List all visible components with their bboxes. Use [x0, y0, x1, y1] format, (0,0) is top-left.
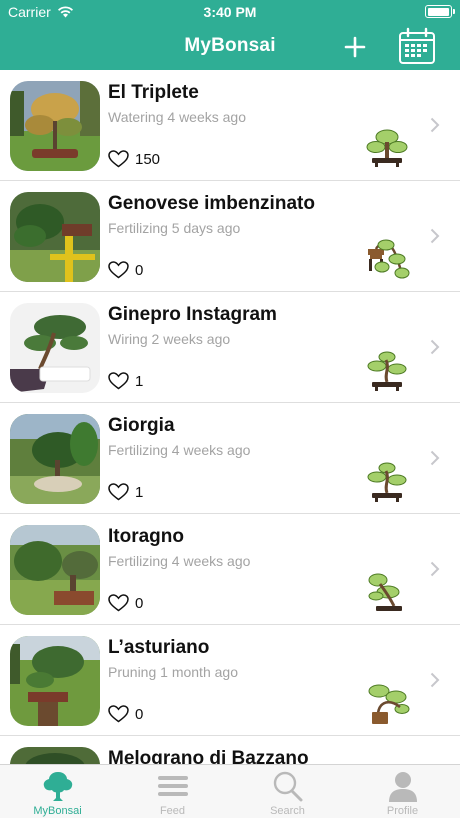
chevron-right-icon: [430, 672, 440, 688]
bonsai-photo: [10, 303, 100, 393]
bonsai-row[interactable]: Itoragno Fertilizing 4 weeks ago 0: [0, 514, 460, 625]
last-activity: Wiring 2 weeks ago: [108, 331, 231, 347]
bonsai-name: El Triplete: [108, 82, 199, 103]
heart-icon: [108, 483, 129, 501]
bonsai-photo: [10, 192, 100, 282]
like-button[interactable]: 0: [108, 261, 143, 279]
bonsai-name: L’asturiano: [108, 637, 210, 658]
bonsai-photo: [10, 636, 100, 726]
bonsai-row[interactable]: Melograno di Bazzano: [0, 736, 460, 764]
bonsai-row[interactable]: Ginepro Instagram Wiring 2 weeks ago 1: [0, 292, 460, 403]
bonsai-photo: [10, 81, 100, 171]
last-activity: Fertilizing 4 weeks ago: [108, 553, 251, 569]
like-button[interactable]: 150: [108, 150, 160, 168]
chevron-right-icon: [430, 228, 440, 244]
calendar-button[interactable]: [398, 27, 436, 65]
heart-icon: [108, 150, 129, 168]
plus-icon: [344, 36, 366, 58]
page-title: MyBonsai: [184, 35, 276, 56]
like-button[interactable]: 1: [108, 372, 143, 390]
chevron-right-icon: [430, 450, 440, 466]
bonsai-photo: [10, 747, 100, 764]
bonsai-row[interactable]: L’asturiano Pruning 1 month ago 0: [0, 625, 460, 736]
heart-icon: [108, 705, 129, 723]
heart-icon: [108, 594, 129, 612]
app-screen: Carrier 3:40 PM MyBonsai El Triplete Wat…: [0, 0, 460, 818]
search-icon: [273, 771, 302, 802]
like-count: 150: [135, 150, 161, 168]
bonsai-row[interactable]: Giorgia Fertilizing 4 weeks ago 1: [0, 403, 460, 514]
tab-feed[interactable]: Feed: [115, 765, 230, 818]
slanting-bonsai-icon: [368, 573, 402, 611]
cascade-bonsai-icon: [368, 239, 410, 279]
last-activity: Pruning 1 month ago: [108, 664, 238, 680]
bonsai-photo: [10, 414, 100, 504]
like-count: 1: [135, 372, 144, 390]
like-count: 0: [135, 705, 144, 723]
last-activity: Fertilizing 5 days ago: [108, 220, 241, 236]
bonsai-row[interactable]: El Triplete Watering 4 weeks ago 150: [0, 70, 460, 181]
like-button[interactable]: 0: [108, 594, 143, 612]
calendar-icon: [399, 27, 435, 64]
like-count: 0: [135, 261, 144, 279]
bonsai-name: Itoragno: [108, 526, 184, 547]
bonsai-list: El Triplete Watering 4 weeks ago 150 Gen…: [0, 70, 460, 764]
feed-icon: [157, 776, 188, 796]
bonsai-name: Genovese imbenzinato: [108, 193, 315, 214]
last-activity: Fertilizing 4 weeks ago: [108, 442, 251, 458]
status-time: 3:40 PM: [203, 4, 257, 20]
navigation-bar: Carrier 3:40 PM MyBonsai: [0, 0, 460, 70]
chevron-right-icon: [430, 561, 440, 577]
upright-bonsai-icon: [366, 129, 408, 167]
semi-cascade-bonsai-icon: [368, 684, 410, 724]
like-button[interactable]: 1: [108, 483, 143, 501]
informal-upright-bonsai-icon: [367, 351, 407, 391]
profile-icon: [388, 772, 417, 802]
bonsai-row[interactable]: Genovese imbenzinato Fertilizing 5 days …: [0, 181, 460, 292]
add-bonsai-button[interactable]: [340, 32, 370, 62]
tab-label: Search: [270, 805, 305, 817]
like-count: 1: [135, 483, 144, 501]
tab-label: Profile: [386, 805, 419, 817]
tab-profile[interactable]: Profile: [345, 765, 460, 818]
bonsai-name: Ginepro Instagram: [108, 304, 277, 325]
tab-mybonsai[interactable]: MyBonsai: [0, 765, 115, 818]
tab-search[interactable]: Search: [230, 765, 345, 818]
chevron-right-icon: [430, 339, 440, 355]
bonsai-photo: [10, 525, 100, 615]
heart-icon: [108, 372, 129, 390]
battery-icon: [425, 5, 455, 18]
tab-label: MyBonsai: [33, 805, 82, 817]
like-count: 0: [135, 594, 144, 612]
status-bar: Carrier 3:40 PM: [0, 0, 460, 24]
like-button[interactable]: 0: [108, 705, 143, 723]
tab-bar: MyBonsai Feed Search Profile: [0, 764, 460, 818]
tab-label: Feed: [159, 805, 186, 817]
last-activity: Watering 4 weeks ago: [108, 109, 246, 125]
tree-icon: [43, 772, 72, 801]
informal-upright-bonsai-icon: [367, 462, 407, 502]
heart-icon: [108, 261, 129, 279]
bonsai-name: Melograno di Bazzano: [108, 748, 309, 764]
chevron-right-icon: [430, 117, 440, 133]
bonsai-name: Giorgia: [108, 415, 175, 436]
